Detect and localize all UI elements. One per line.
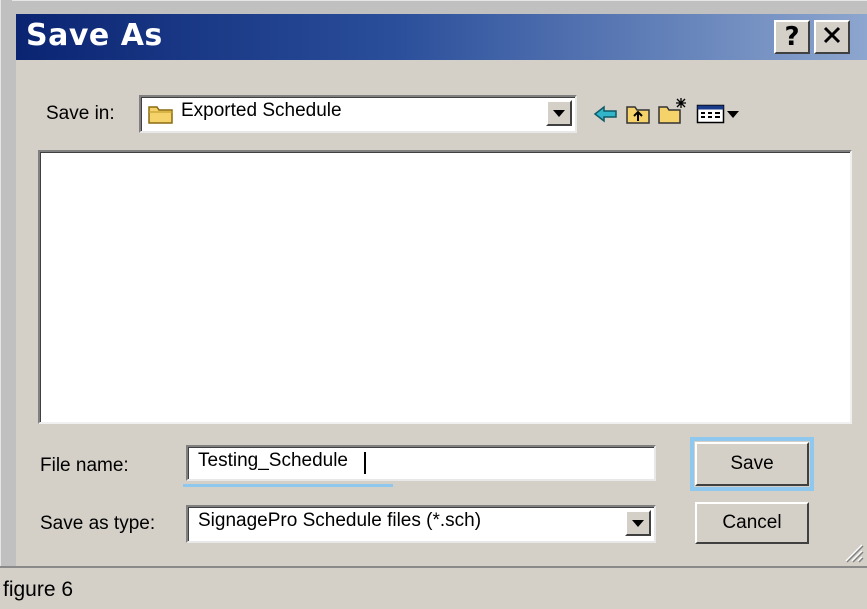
folder-icon xyxy=(147,103,175,125)
close-icon xyxy=(822,22,842,52)
help-button[interactable]: ? xyxy=(774,20,810,54)
save-in-value: Exported Schedule xyxy=(181,100,342,121)
save-type-value: SignagePro Schedule files (*.sch) xyxy=(198,510,482,531)
window-frame-top xyxy=(0,0,867,12)
figure-caption-bar: figure 6 xyxy=(0,568,867,609)
file-name-input[interactable]: Testing_Schedule xyxy=(186,445,656,481)
save-type-dropdown-button[interactable] xyxy=(625,510,651,536)
resize-grip-icon[interactable] xyxy=(842,541,864,563)
new-folder-icon[interactable] xyxy=(656,96,688,126)
save-type-dropdown[interactable]: SignagePro Schedule files (*.sch) xyxy=(186,505,656,543)
file-list[interactable] xyxy=(38,150,852,424)
up-folder-icon[interactable] xyxy=(624,102,652,126)
cancel-button[interactable]: Cancel xyxy=(695,502,809,544)
back-arrow-icon[interactable] xyxy=(593,104,619,124)
file-name-value: Testing_Schedule xyxy=(198,450,348,471)
figure-caption: figure 6 xyxy=(3,578,74,601)
save-in-label: Save in: xyxy=(46,103,115,124)
help-icon: ? xyxy=(784,22,800,52)
window-frame-left xyxy=(0,0,12,566)
title-bar[interactable]: Save As ? xyxy=(16,14,867,60)
save-in-dropdown-button[interactable] xyxy=(546,100,572,126)
close-button[interactable] xyxy=(814,20,850,54)
dialog-title: Save As xyxy=(26,18,163,53)
view-menu-icon[interactable] xyxy=(696,103,742,125)
save-button[interactable]: Save xyxy=(695,442,809,486)
save-type-label: Save as type: xyxy=(40,513,156,534)
chevron-down-icon xyxy=(553,109,565,117)
chevron-down-icon xyxy=(632,519,644,527)
save-in-dropdown[interactable]: Exported Schedule xyxy=(139,95,577,133)
file-name-label: File name: xyxy=(40,455,129,476)
text-cursor xyxy=(364,452,366,474)
focus-underline xyxy=(183,484,393,487)
